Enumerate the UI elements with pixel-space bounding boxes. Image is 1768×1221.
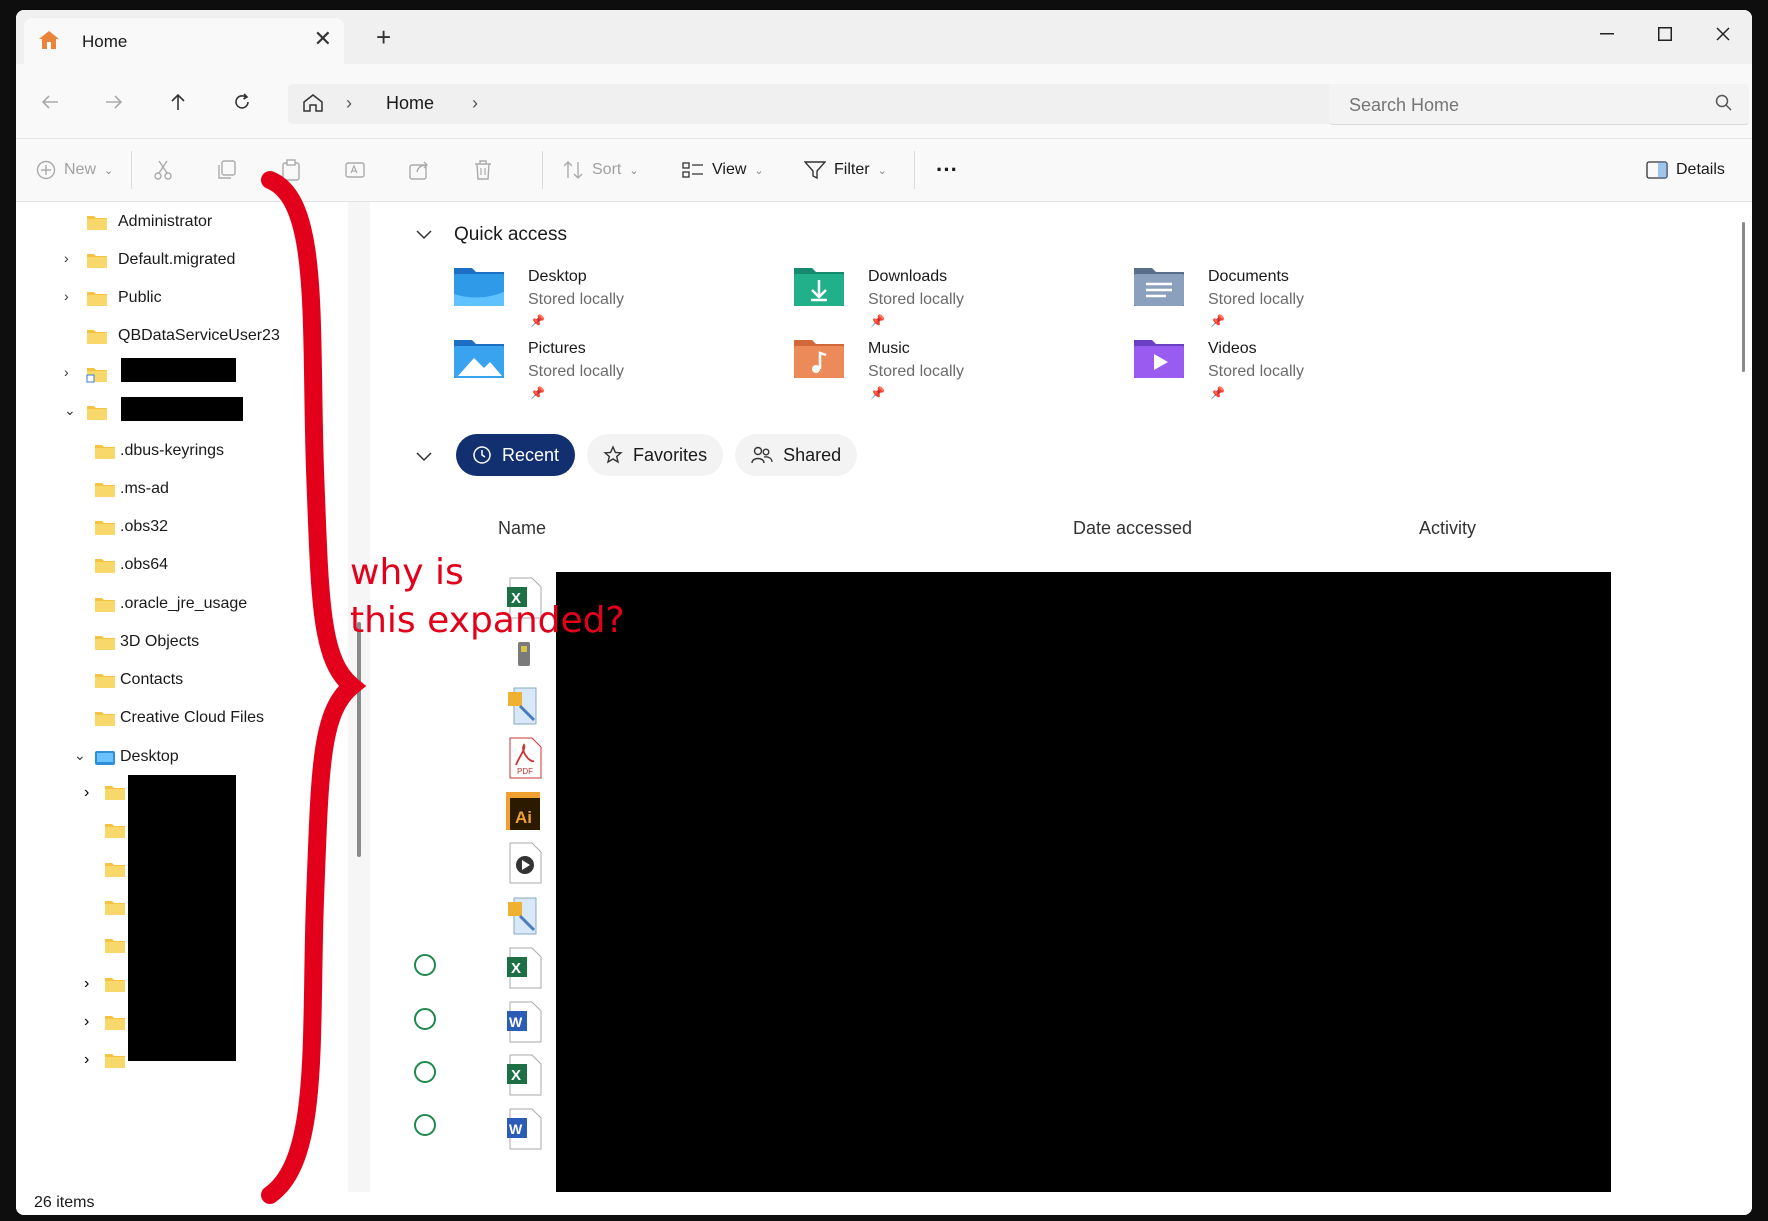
annotation-brace — [261, 171, 367, 1204]
annotation-text-line2: this expanded? — [350, 600, 625, 641]
annotation-text-line1: why is — [350, 552, 464, 593]
